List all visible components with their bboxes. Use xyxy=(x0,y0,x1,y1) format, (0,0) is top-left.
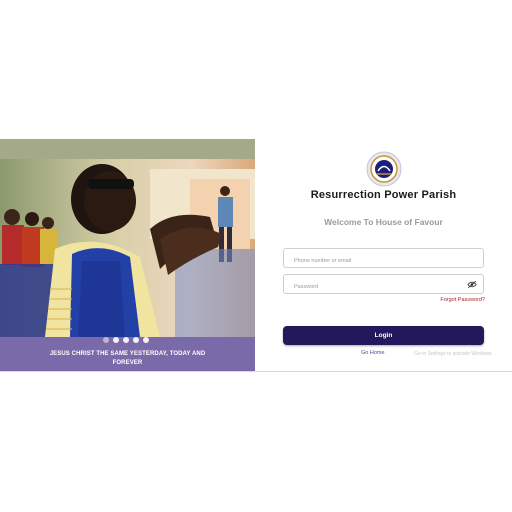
carousel-dot[interactable] xyxy=(103,337,109,343)
frame-divider xyxy=(0,371,512,372)
password-input[interactable] xyxy=(284,278,464,296)
welcome-heading: Welcome To House of Favour xyxy=(324,217,443,227)
phone-field[interactable] xyxy=(283,248,484,270)
carousel-dot[interactable] xyxy=(113,337,119,343)
forgot-password-link[interactable]: Forgot Password? xyxy=(440,297,485,303)
go-home-link[interactable]: Go Home xyxy=(361,350,385,356)
carousel-dots[interactable] xyxy=(103,337,149,343)
eye-slash-icon[interactable] xyxy=(467,280,477,289)
activation-watermark: Go to Settings to activate Windows. xyxy=(414,351,493,357)
login-button[interactable]: Login xyxy=(283,326,484,345)
carousel-dot[interactable] xyxy=(123,337,129,343)
carousel-dot[interactable] xyxy=(143,337,149,343)
password-field[interactable] xyxy=(283,274,484,296)
rccg-logo-icon xyxy=(366,151,402,187)
hero-caption: JESUS CHRIST THE SAME YESTERDAY, TODAY A… xyxy=(49,351,206,366)
login-form-panel: Resurrection Power Parish Welcome To Hou… xyxy=(255,139,512,372)
login-page: JESUS CHRIST THE SAME YESTERDAY, TODAY A… xyxy=(0,139,512,372)
phone-input[interactable] xyxy=(284,252,464,270)
carousel-dot[interactable] xyxy=(133,337,139,343)
org-name: Resurrection Power Parish xyxy=(310,189,457,201)
hero-photo xyxy=(0,139,255,337)
hero-panel: JESUS CHRIST THE SAME YESTERDAY, TODAY A… xyxy=(0,139,255,372)
